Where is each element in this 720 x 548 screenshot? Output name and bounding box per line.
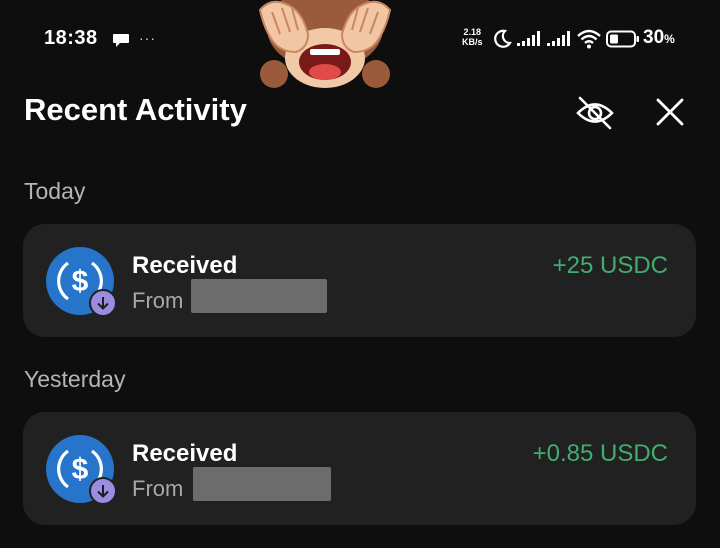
- received-badge: [89, 289, 117, 317]
- transaction-card[interactable]: $ Received From +0.85 USDC: [23, 412, 696, 525]
- arrow-down-icon: [97, 485, 109, 498]
- more-notifications: ···: [139, 30, 156, 46]
- transaction-type: Received: [132, 252, 238, 279]
- transaction-from-label: From: [132, 288, 184, 313]
- recent-activity-screen: 18:38 ··· 2.18 KB/s 30% Recent Activity …: [0, 0, 720, 548]
- page-title: Recent Activity: [24, 92, 247, 127]
- chat-bubble-icon: [113, 34, 129, 47]
- signal-icon: [517, 31, 540, 46]
- net-speed-value: 2.18: [463, 27, 482, 37]
- signal-icon: [547, 31, 570, 46]
- close-icon: [656, 98, 684, 126]
- redacted-sender: [193, 467, 331, 501]
- net-speed: 2.18 KB/s: [462, 27, 483, 47]
- hide-balance-button[interactable]: [574, 92, 616, 134]
- net-speed-unit: KB/s: [462, 37, 483, 47]
- see-no-evil-monkey-emoji: [258, 0, 392, 88]
- arrow-down-icon: [97, 297, 109, 310]
- svg-text:$: $: [72, 265, 89, 298]
- section-label-today: Today: [24, 178, 86, 204]
- moon-icon: [494, 29, 512, 48]
- eye-slash-icon: [576, 96, 614, 130]
- status-time: 18:38: [44, 27, 98, 49]
- svg-text:$: $: [72, 453, 89, 486]
- battery-percent: 30%: [643, 27, 675, 49]
- battery-percent-value: 30: [643, 27, 665, 48]
- transaction-from-label: From: [132, 476, 184, 501]
- battery-percent-unit: %: [664, 32, 675, 46]
- received-badge: [89, 477, 117, 505]
- battery-icon: [606, 30, 639, 48]
- wifi-icon: [577, 29, 601, 49]
- close-button[interactable]: [650, 92, 690, 132]
- transaction-amount: +0.85 USDC: [532, 440, 668, 467]
- section-label-yesterday: Yesterday: [24, 366, 126, 392]
- redacted-sender: [191, 279, 327, 313]
- transaction-amount: +25 USDC: [552, 252, 668, 279]
- transaction-type: Received: [132, 440, 238, 467]
- transaction-card[interactable]: $ Received From +25 USDC: [23, 224, 696, 337]
